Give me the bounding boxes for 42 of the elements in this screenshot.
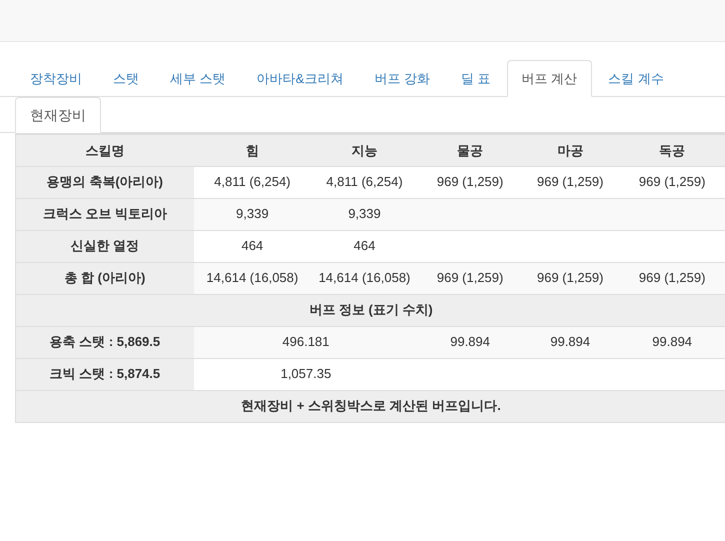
tab[interactable]: 딜 표 (446, 60, 506, 97)
table-cell: 496.181 (194, 326, 418, 358)
row-header-cell: 용축 스탯 : 5,869.5 (16, 326, 194, 358)
table-cell: 464 (194, 230, 311, 262)
tab[interactable]: 세부 스탯 (155, 60, 241, 97)
table-cell: 969 (1,259) (418, 166, 522, 198)
row-header-cell: 크빅 스탯 : 5,874.5 (16, 358, 194, 390)
section-header-cell: 버프 정보 (표기 수치) (16, 294, 725, 326)
table-cell: 464 (310, 230, 418, 262)
table-cell: 969 (1,259) (618, 166, 725, 198)
table-cell: 969 (1,259) (418, 262, 522, 294)
table-cell: 969 (1,259) (522, 166, 618, 198)
tab[interactable]: 버프 계산 (506, 60, 592, 97)
table-cell: 969 (1,259) (522, 262, 618, 294)
column-header: 독공 (618, 134, 725, 166)
table-cell: 4,811 (6,254) (310, 166, 418, 198)
column-header: 지능 (310, 134, 418, 166)
table-cell: 4,811 (6,254) (194, 166, 311, 198)
table-cell: 99.894 (418, 326, 522, 358)
section-header-cell: 현재장비 + 스위칭박스로 계산된 버프입니다. (16, 390, 725, 422)
column-header: 힘 (194, 134, 311, 166)
table-cell: 14,614 (16,058) (310, 262, 418, 294)
table-cell: 9,339 (194, 198, 311, 230)
column-header: 스킬명 (16, 134, 194, 166)
table-cell: 99.894 (522, 326, 618, 358)
tab[interactable]: 아바타&크리쳐 (242, 60, 358, 97)
table-cell: 14,614 (16,058) (194, 262, 311, 294)
column-header: 마공 (522, 134, 618, 166)
table-cell: 969 (1,259) (618, 262, 725, 294)
table-cell: 9,339 (310, 198, 418, 230)
column-header: 물공 (418, 134, 522, 166)
table-cell: 99.894 (618, 326, 725, 358)
sub-tab[interactable]: 현재장비 (15, 97, 101, 133)
row-header-cell: 신실한 열정 (16, 230, 194, 262)
tab[interactable]: 버프 강화 (359, 60, 445, 97)
row-header-cell: 총 합 (아리아) (16, 262, 194, 294)
tab[interactable]: 장착장비 (15, 60, 97, 97)
table-cell: 1,057.35 (194, 358, 418, 390)
tab[interactable]: 스탯 (98, 60, 154, 97)
row-header-cell: 크럭스 오브 빅토리아 (16, 198, 194, 230)
tab[interactable]: 스킬 계수 (593, 60, 679, 97)
row-header-cell: 용맹의 축복(아리아) (16, 166, 194, 198)
